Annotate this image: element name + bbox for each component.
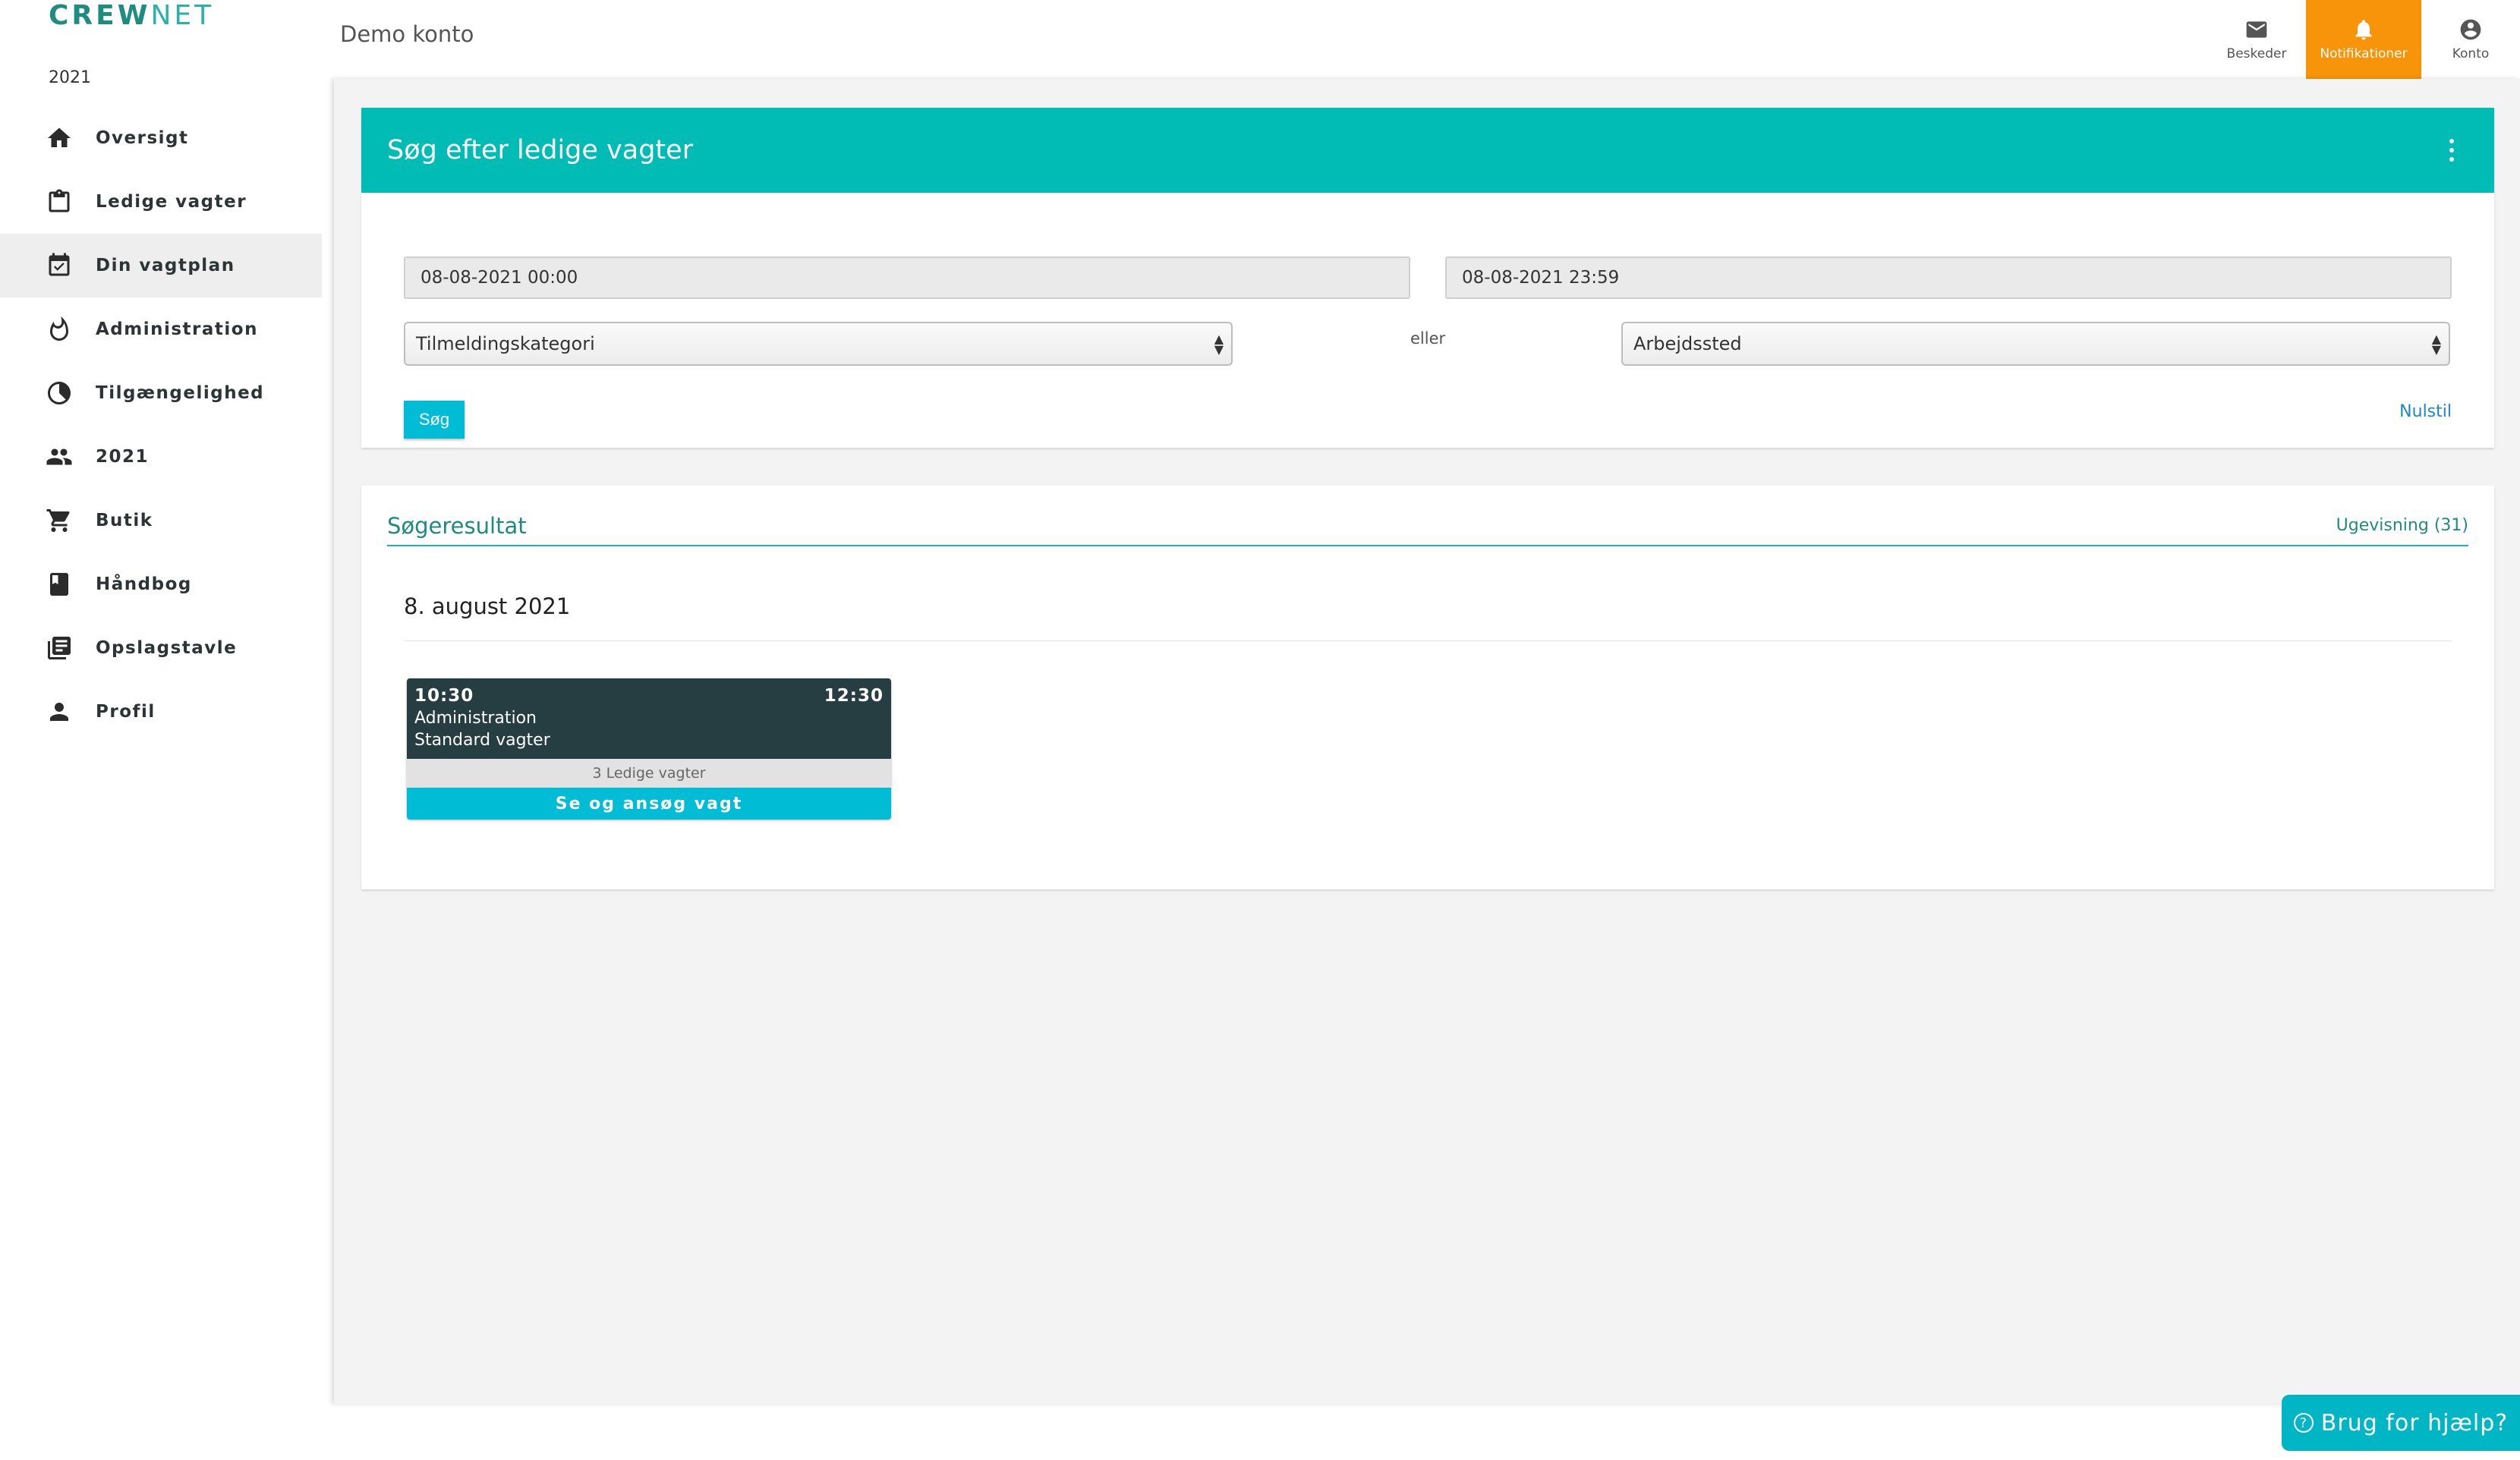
sidebar-item-label: 2021 xyxy=(96,447,150,467)
help-button[interactable]: ? Brug for hjælp? xyxy=(2282,1395,2520,1451)
sidebar-item-tilgaengelighed[interactable]: Tilgængelighed xyxy=(0,361,322,425)
season-year: 2021 xyxy=(49,68,91,87)
sidebar-item-label: Håndbog xyxy=(96,574,192,594)
search-button[interactable]: Søg xyxy=(404,401,465,439)
sidebar-item-profil[interactable]: Profil xyxy=(0,680,322,744)
account-circle-icon xyxy=(2460,19,2481,40)
reset-link[interactable]: Nulstil xyxy=(2399,402,2452,421)
select-arrows-icon: ▲ ▼ xyxy=(1214,332,1224,357)
sidebar-item-label: Ledige vagter xyxy=(96,192,247,212)
shift-available-count: 3 Ledige vagter xyxy=(407,759,891,788)
book-icon xyxy=(46,571,73,598)
shift-start-time: 10:30 xyxy=(414,686,474,706)
main-content: Søg efter ledige vagter 08-08-2021 00:00… xyxy=(334,79,2520,1404)
crewnet-logo[interactable]: CREWNET xyxy=(49,0,214,31)
sidebar-item-haandbog[interactable]: Håndbog xyxy=(0,552,322,616)
account-label: Konto xyxy=(2452,46,2490,61)
results-divider xyxy=(387,545,2468,546)
half-circle-icon xyxy=(46,379,73,407)
envelope-icon xyxy=(2246,21,2267,38)
shift-details: 10:30 12:30 Administration Standard vagt… xyxy=(407,678,891,759)
sidebar-item-label: Administration xyxy=(96,319,258,339)
sidebar-item-label: Profil xyxy=(96,702,156,722)
sidebar-item-opslagstavle[interactable]: Opslagstavle xyxy=(0,616,322,680)
workplace-select[interactable]: Arbejdssted ▲ ▼ xyxy=(1621,322,2450,366)
top-actions: Beskeder Notifikationer Konto xyxy=(2207,0,2520,79)
shift-card[interactable]: 10:30 12:30 Administration Standard vagt… xyxy=(407,678,891,820)
sidebar-item-label: Tilgængelighed xyxy=(96,383,265,403)
apply-shift-button[interactable]: Se og ansøg vagt xyxy=(407,788,891,820)
messages-button[interactable]: Beskeder xyxy=(2207,0,2306,79)
more-vert-icon[interactable] xyxy=(2447,137,2456,164)
calendar-check-icon xyxy=(46,252,73,279)
sidebar-item-label: Oversigt xyxy=(96,128,189,148)
person-icon xyxy=(46,698,73,725)
sidebar-item-label: Butik xyxy=(96,511,153,530)
shift-end-time: 12:30 xyxy=(824,686,884,706)
sidebar-item-butik[interactable]: Butik xyxy=(0,489,322,552)
sidebar: CREWNET 2021 Oversigt Ledige vagter Din … xyxy=(0,0,322,1460)
top-bar: Demo konto xyxy=(322,0,2520,76)
flame-icon xyxy=(46,316,73,343)
notifications-label: Notifikationer xyxy=(2320,46,2408,61)
help-label: Brug for hjælp? xyxy=(2320,1409,2509,1436)
sidebar-item-din-vagtplan[interactable]: Din vagtplan xyxy=(0,234,322,297)
category-select-value: Tilmeldingskategori xyxy=(416,333,595,354)
sidebar-item-ledige-vagter[interactable]: Ledige vagter xyxy=(0,170,322,234)
select-arrows-icon: ▲ ▼ xyxy=(2431,332,2441,357)
results-title: Søgeresultat xyxy=(387,513,527,539)
clipboard-icon xyxy=(46,188,73,216)
sidebar-nav: Oversigt Ledige vagter Din vagtplan Admi… xyxy=(0,106,322,744)
search-card-header: Søg efter ledige vagter xyxy=(361,108,2494,193)
notifications-button[interactable]: Notifikationer xyxy=(2306,0,2421,79)
library-icon xyxy=(46,634,73,662)
date-from-input[interactable]: 08-08-2021 00:00 xyxy=(404,256,1410,299)
sidebar-item-label: Din vagtplan xyxy=(96,256,235,275)
sidebar-item-oversigt[interactable]: Oversigt xyxy=(0,106,322,170)
results-card: Søgeresultat Ugevisning (31) 8. august 2… xyxy=(361,486,2494,889)
home-icon xyxy=(46,124,73,152)
category-select[interactable]: Tilmeldingskategori ▲ ▼ xyxy=(404,322,1233,366)
account-title: Demo konto xyxy=(340,21,474,47)
date-to-input[interactable]: 08-08-2021 23:59 xyxy=(1445,256,2452,299)
people-icon xyxy=(46,443,73,470)
workplace-select-value: Arbejdssted xyxy=(1633,333,1742,354)
shift-type: Standard vagter xyxy=(414,731,550,750)
search-card: Søg efter ledige vagter 08-08-2021 00:00… xyxy=(361,108,2494,448)
sidebar-item-label: Opslagstavle xyxy=(96,638,238,658)
help-icon: ? xyxy=(2293,1413,2314,1433)
cart-icon xyxy=(46,507,73,534)
day-divider xyxy=(404,640,2452,641)
bell-icon xyxy=(2355,20,2372,40)
messages-label: Beskeder xyxy=(2226,46,2287,61)
sidebar-item-2021[interactable]: 2021 xyxy=(0,425,322,489)
account-button[interactable]: Konto xyxy=(2421,0,2520,79)
search-card-title: Søg efter ledige vagter xyxy=(387,135,694,165)
day-heading: 8. august 2021 xyxy=(404,593,571,619)
or-label: eller xyxy=(1410,329,1446,348)
week-view-link[interactable]: Ugevisning (31) xyxy=(2336,516,2468,535)
shift-department: Administration xyxy=(414,709,537,728)
sidebar-item-administration[interactable]: Administration xyxy=(0,297,322,361)
